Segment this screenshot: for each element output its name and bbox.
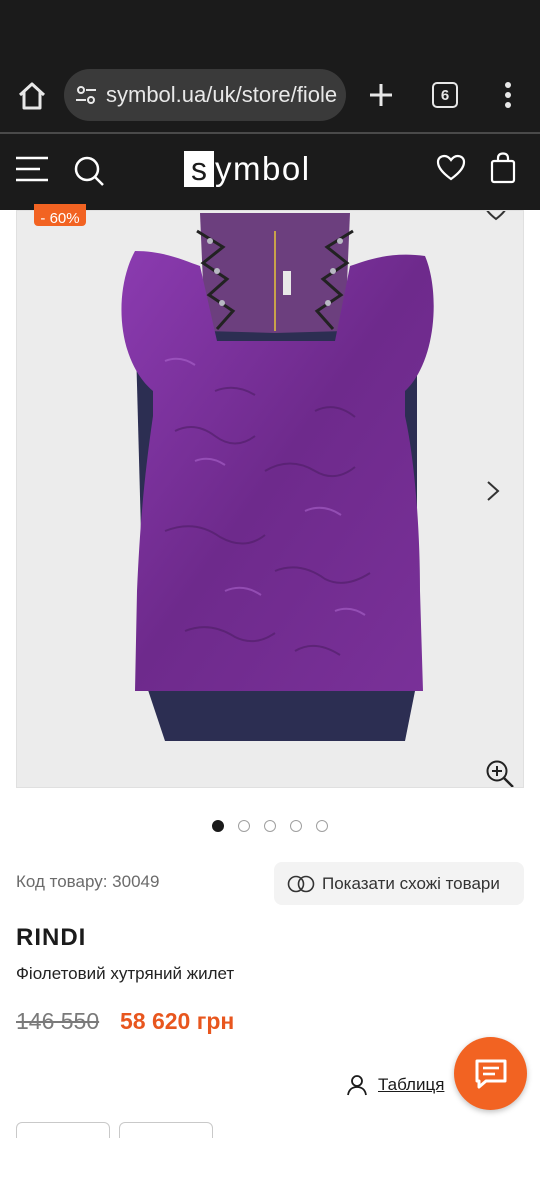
pagination-dot[interactable]	[238, 820, 250, 832]
search-icon[interactable]	[72, 154, 106, 188]
pagination-dot[interactable]	[212, 820, 224, 832]
product-sku: Код товару: 30049	[16, 872, 160, 891]
status-bar	[0, 0, 540, 60]
size-table-link[interactable]: Таблиця	[346, 1074, 444, 1096]
home-icon[interactable]	[16, 80, 48, 112]
heart-icon[interactable]	[436, 154, 466, 182]
logo-letter: s	[184, 151, 214, 187]
site-settings-icon[interactable]	[74, 83, 98, 107]
similar-rings-icon	[287, 875, 315, 892]
pagination-dot[interactable]	[264, 820, 276, 832]
old-price: 146 550	[16, 1008, 100, 1034]
show-similar-button[interactable]: Показати схожі товари	[274, 862, 524, 905]
gallery-pagination	[212, 820, 328, 832]
new-tab-icon[interactable]	[366, 80, 396, 110]
next-arrow-icon[interactable]	[483, 479, 503, 503]
wishlist-icon[interactable]	[483, 210, 509, 223]
chat-button[interactable]	[454, 1037, 527, 1110]
show-similar-label: Показати схожі товари	[322, 873, 500, 893]
discount-badge: - 60%	[34, 204, 86, 226]
menu-icon[interactable]	[14, 154, 50, 184]
url-text: symbol.ua/uk/store/fiole	[106, 82, 338, 107]
product-brand[interactable]: RINDI	[16, 924, 86, 952]
pagination-dot[interactable]	[290, 820, 302, 832]
product-image	[121, 213, 434, 741]
product-gallery[interactable]	[16, 210, 524, 788]
size-table-label: Таблиця	[378, 1075, 445, 1094]
product-title: Фіолетовий хутряний жилет	[16, 964, 235, 983]
sale-price: 58 620 грн	[120, 1008, 235, 1034]
browser-toolbar: symbol.ua/uk/store/fiole 6	[0, 60, 540, 132]
person-icon	[347, 1075, 367, 1096]
logo-text: ymbol	[215, 150, 311, 187]
pagination-dot[interactable]	[316, 820, 328, 832]
site-logo[interactable]: s ymbol	[184, 150, 311, 188]
address-bar[interactable]: symbol.ua/uk/store/fiole	[64, 69, 346, 121]
viewport-bottom	[0, 1138, 540, 1200]
overflow-menu-icon[interactable]	[496, 80, 520, 110]
site-header: s ymbol	[0, 134, 540, 210]
bag-icon[interactable]	[490, 152, 516, 184]
zoom-in-icon[interactable]	[485, 759, 515, 788]
chat-icon	[475, 1059, 506, 1088]
tabs-icon[interactable]: 6	[432, 82, 458, 108]
